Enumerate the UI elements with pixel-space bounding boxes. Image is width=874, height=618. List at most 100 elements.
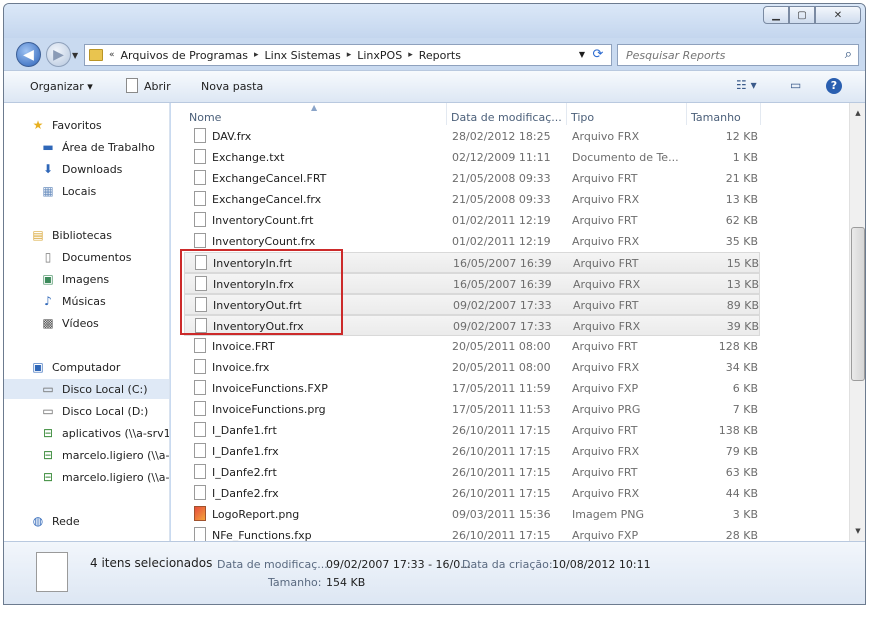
file-row[interactable]: I_Danfe1.frt 26/10/2011 17:15 Arquivo FRT 1… <box>184 420 760 441</box>
recent-pages-dropdown[interactable]: ▼ <box>72 51 78 60</box>
file-size: 39 KB <box>726 320 759 333</box>
file-size: 63 KB <box>725 466 758 479</box>
breadcrumb-separator[interactable]: ▸ <box>347 50 352 60</box>
sidebar-item[interactable]: ⬇ Downloads <box>4 159 169 179</box>
file-icon <box>194 380 206 395</box>
file-date: 16/05/2007 16:39 <box>453 257 552 270</box>
file-row[interactable]: Exchange.txt 02/12/2009 11:11 Documento de… <box>184 147 760 168</box>
sidebar-item[interactable]: ▩ Vídeos <box>4 313 169 333</box>
sidebar-item-label: aplicativos (\\a-srv1- <box>62 426 170 440</box>
details-pane: 4 itens selecionados Data de modificaç..… <box>4 541 865 604</box>
file-type: Arquivo FRT <box>572 172 638 185</box>
sidebar-item[interactable]: ♪ Músicas <box>4 291 169 311</box>
scroll-thumb[interactable] <box>851 227 865 381</box>
scroll-down-button[interactable]: ▼ <box>850 523 865 539</box>
organize-button[interactable]: Organizar ▾ <box>30 80 93 93</box>
address-bar: ◀ ▶ ▼ « Arquivos de Programas ▸ Linx Sis… <box>4 38 865 70</box>
sidebar-item[interactable]: ▯ Documentos <box>4 247 169 267</box>
sidebar-item[interactable]: ★ Favoritos <box>4 115 169 135</box>
sidebar-item[interactable]: ⊟ marcelo.ligiero (\\a- <box>4 445 169 465</box>
breadcrumb[interactable]: « Arquivos de Programas ▸ Linx Sistemas … <box>84 44 612 66</box>
breadcrumb-item-linx[interactable]: Linx Sistemas <box>265 49 341 62</box>
file-row[interactable]: Invoice.frx 20/05/2011 08:00 Arquivo FRX 34… <box>184 357 760 378</box>
drive-icon: ▭ <box>42 382 54 396</box>
forward-button[interactable]: ▶ <box>46 42 71 67</box>
file-row[interactable]: ExchangeCancel.FRT 21/05/2008 09:33 Arquiv… <box>184 168 760 189</box>
selection-highlight-box <box>180 249 343 335</box>
file-date: 16/05/2007 16:39 <box>453 278 552 291</box>
breadcrumb-overflow[interactable]: « <box>109 50 115 60</box>
file-row[interactable]: DAV.frx 28/02/2012 18:25 Arquivo FRX 12 KB <box>184 126 760 147</box>
sidebar-item[interactable]: ▦ Locais <box>4 181 169 201</box>
image-file-icon <box>194 506 206 521</box>
breadcrumb-item-reports[interactable]: Reports <box>419 49 461 62</box>
breadcrumb-item-linxpos[interactable]: LinxPOS <box>357 49 402 62</box>
sidebar-item[interactable]: ▤ Bibliotecas <box>4 225 169 245</box>
file-type: Arquivo PRG <box>572 403 641 416</box>
file-row[interactable]: I_Danfe2.frt 26/10/2011 17:15 Arquivo FRT 6… <box>184 462 760 483</box>
file-date: 02/12/2009 11:11 <box>452 151 551 164</box>
file-row[interactable]: InvoiceFunctions.prg 17/05/2011 11:53 Arqu… <box>184 399 760 420</box>
vertical-scrollbar[interactable]: ▲ ▼ <box>849 103 865 541</box>
sidebar-item[interactable]: ▣ Computador <box>4 357 169 377</box>
created-value: 10/08/2012 10:11 <box>552 558 651 571</box>
arrow-right-icon: ▶ <box>53 46 64 63</box>
help-icon[interactable]: ? <box>826 78 842 94</box>
sidebar-item-label: Locais <box>62 184 97 198</box>
file-size: 44 KB <box>725 487 758 500</box>
file-name: InventoryCount.frx <box>212 235 316 248</box>
new-folder-button[interactable]: Nova pasta <box>201 80 263 93</box>
open-button[interactable]: Abrir <box>126 78 171 93</box>
sidebar-item[interactable]: ▭ Disco Local (D:) <box>4 401 169 421</box>
maximize-button[interactable]: ▢ <box>789 6 815 24</box>
documents-icon: ▯ <box>44 250 52 264</box>
sidebar-item[interactable]: ▭ Disco Local (C:) <box>4 379 169 399</box>
breadcrumb-separator[interactable]: ▸ <box>408 50 413 60</box>
document-icon <box>126 78 138 93</box>
sidebar-item[interactable]: ⊟ marcelo.ligiero (\\a- <box>4 467 169 487</box>
file-date: 26/10/2011 17:15 <box>452 487 551 500</box>
sidebar-item[interactable]: ▬ Área de Trabalho <box>4 137 169 157</box>
file-type: Arquivo FRX <box>572 487 640 500</box>
file-row[interactable]: NFe_Functions.fxp 26/10/2011 17:15 Arquivo… <box>184 525 760 541</box>
sidebar-item[interactable]: ◍ Rede <box>4 511 169 531</box>
close-button[interactable]: ✕ <box>815 6 861 24</box>
file-icon <box>194 191 206 206</box>
column-header-type[interactable]: Tipo <box>567 103 687 125</box>
file-row[interactable]: ExchangeCancel.frx 21/05/2008 09:33 Arquiv… <box>184 189 760 210</box>
file-size: 62 KB <box>725 214 758 227</box>
search-icon[interactable]: ⌕ <box>845 47 852 62</box>
file-row[interactable]: I_Danfe2.frx 26/10/2011 17:15 Arquivo FRX 4… <box>184 483 760 504</box>
search-box[interactable]: ⌕ <box>617 44 859 66</box>
arrow-left-icon: ◀ <box>23 46 34 63</box>
address-history-dropdown[interactable]: ▼ <box>579 50 585 59</box>
file-row[interactable]: I_Danfe1.frx 26/10/2011 17:15 Arquivo FRX 7… <box>184 441 760 462</box>
column-header-date[interactable]: Data de modificaç... <box>447 103 567 125</box>
scroll-up-button[interactable]: ▲ <box>850 105 865 121</box>
file-type: Arquivo FRX <box>572 193 640 206</box>
file-name: Exchange.txt <box>212 151 285 164</box>
file-date: 20/05/2011 08:00 <box>452 361 551 374</box>
downloads-icon: ⬇ <box>42 162 54 176</box>
file-row[interactable]: LogoReport.png 09/03/2011 15:36 Imagem PNG… <box>184 504 760 525</box>
preview-pane-icon[interactable]: ▭ <box>790 78 801 92</box>
minimize-button[interactable]: ▁ <box>763 6 789 24</box>
back-button[interactable]: ◀ <box>16 42 41 67</box>
file-row[interactable]: InvoiceFunctions.FXP 17/05/2011 11:59 Arqu… <box>184 378 760 399</box>
refresh-icon[interactable]: ⟳ <box>589 47 607 63</box>
breadcrumb-separator[interactable]: ▸ <box>254 50 259 60</box>
column-header-size[interactable]: Tamanho <box>687 103 761 125</box>
breadcrumb-item-programs[interactable]: Arquivos de Programas <box>121 49 248 62</box>
view-options-icon[interactable]: ☷ ▾ <box>736 78 757 92</box>
file-size: 6 KB <box>732 382 758 395</box>
sidebar-item[interactable]: ⊟ aplicativos (\\a-srv1- <box>4 423 170 443</box>
file-size: 128 KB <box>718 340 758 353</box>
size-label: Tamanho: <box>268 576 322 589</box>
file-date: 28/02/2012 18:25 <box>452 130 551 143</box>
file-name: DAV.frx <box>212 130 252 143</box>
sidebar-item[interactable]: ▣ Imagens <box>4 269 169 289</box>
file-row[interactable]: Invoice.FRT 20/05/2011 08:00 Arquivo FRT 12… <box>184 336 760 357</box>
file-icon <box>194 527 206 541</box>
file-row[interactable]: InventoryCount.frt 01/02/2011 12:19 Arquiv… <box>184 210 760 231</box>
search-input[interactable] <box>626 48 826 62</box>
